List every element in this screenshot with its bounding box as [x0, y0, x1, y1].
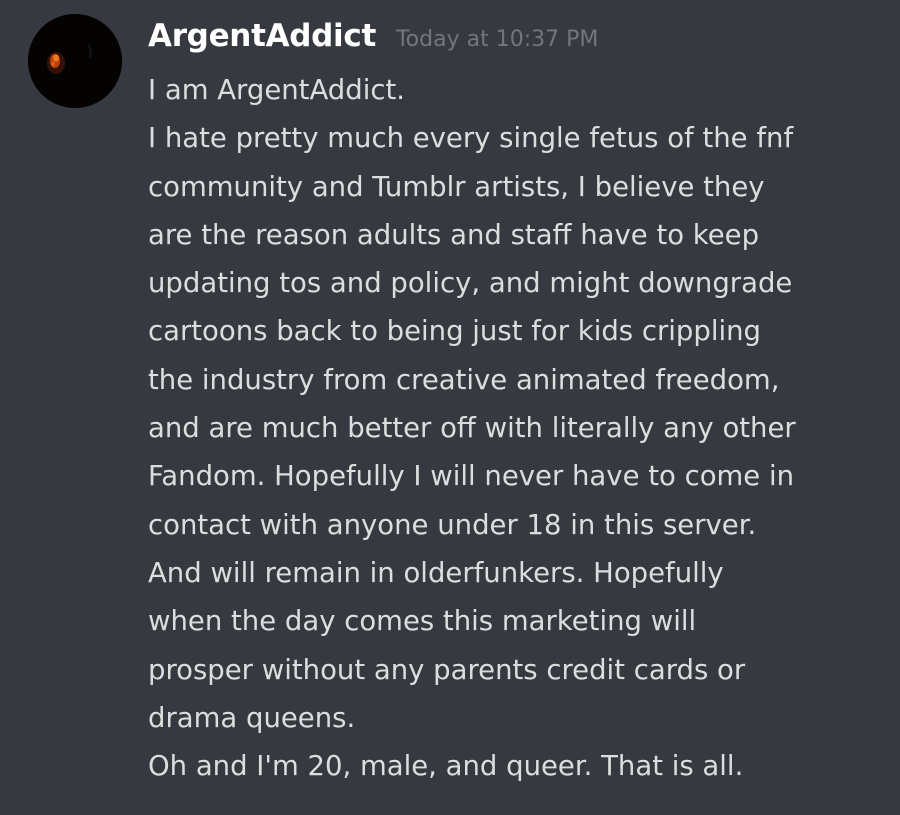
message-line: and are much better off with literally a…: [148, 412, 796, 445]
message-line: And will remain in olderfunkers. Hopeful…: [148, 556, 724, 589]
message-line: contact with anyone under 18 in this ser…: [148, 508, 757, 541]
message-line: when the day comes this marketing will: [148, 605, 697, 638]
timestamp: Today at 10:37 PM: [395, 27, 599, 52]
message-content: I am ArgentAddict. I hate pretty much ev…: [148, 66, 888, 790]
message-line: Fandom. Hopefully I will never have to c…: [148, 460, 795, 493]
avatar-image: [28, 14, 122, 108]
message-line: are the reason adults and staff have to …: [148, 218, 760, 251]
message-line: Oh and I'm 20, male, and queer. That is …: [148, 750, 744, 783]
message-line: drama queens.: [148, 701, 356, 734]
message-header: ArgentAddict Today at 10:37 PM: [148, 18, 598, 62]
message-line: updating tos and policy, and might downg…: [148, 267, 793, 300]
message-line: I hate pretty much every single fetus of…: [148, 122, 794, 155]
message-line: community and Tumblr artists, I believe …: [148, 170, 765, 203]
user-avatar[interactable]: [28, 14, 122, 108]
username[interactable]: ArgentAddict: [148, 18, 376, 54]
message-line: prosper without any parents credit cards…: [148, 653, 746, 686]
chat-message: ArgentAddict Today at 10:37 PM I am Arge…: [0, 0, 900, 815]
message-line: the industry from creative animated free…: [148, 363, 780, 396]
message-line: cartoons back to being just for kids cri…: [148, 315, 762, 348]
message-line: I am ArgentAddict.: [148, 74, 405, 106]
